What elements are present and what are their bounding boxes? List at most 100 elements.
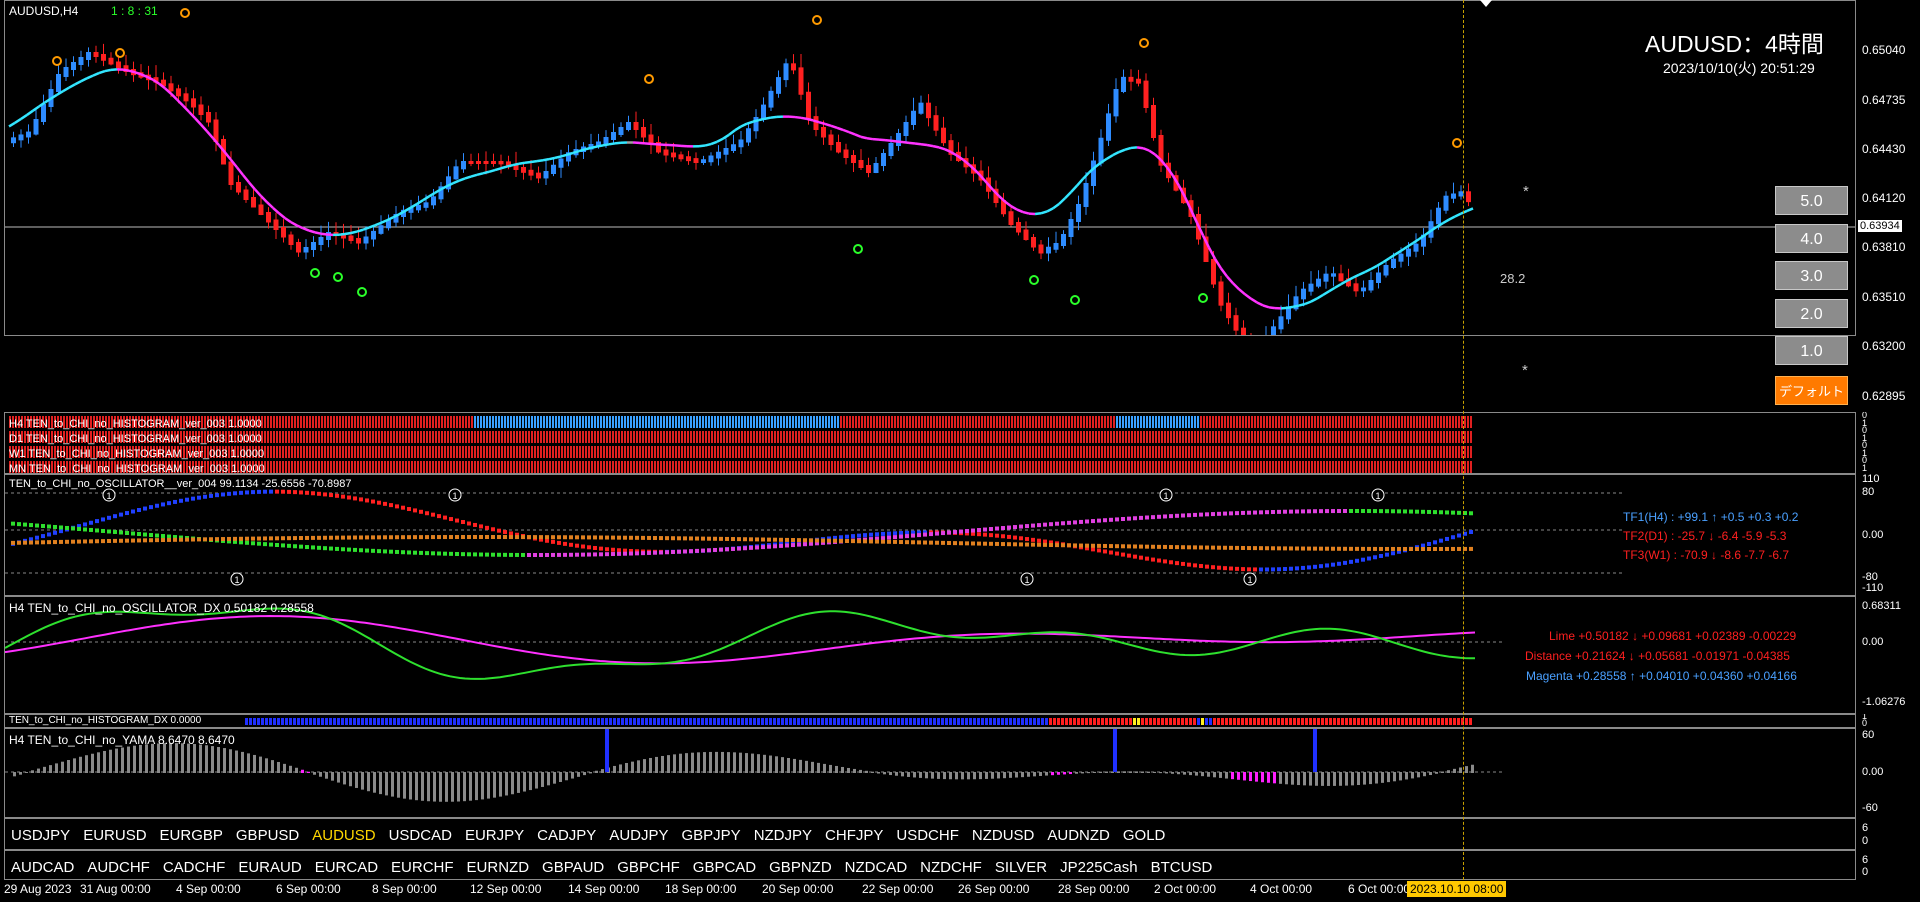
level-button-3[interactable]: 3.0 — [1775, 261, 1848, 290]
symbol-audchf[interactable]: AUDCHF — [87, 859, 150, 876]
yama-bars — [5, 729, 1505, 802]
level-button-5[interactable]: 5.0 — [1775, 186, 1848, 215]
row-tick: 6 — [1862, 854, 1869, 866]
time-tick: 29 Aug 2023 — [4, 882, 72, 896]
histogram-label-mn: MN TEN_to_CHI_no_HISTOGRAM_ver_003 1.000… — [9, 463, 265, 474]
symbol-usdchf[interactable]: USDCHF — [896, 827, 959, 844]
oscillator-dots: 1 1 1 1 1 1 1 — [5, 488, 1625, 586]
osc-tick: 110 — [1862, 474, 1880, 485]
candle-timer: 1 : 8 : 31 — [111, 4, 158, 18]
oscillator-tf3: TF3(W1) : -70.9 ↓ -8.6 -7.7 -6.7 — [1623, 548, 1790, 562]
current-price-label: 0.63934 — [1858, 220, 1902, 232]
symbol-euraud[interactable]: EURAUD — [238, 859, 301, 876]
time-tick: 6 Sep 00:00 — [276, 882, 341, 896]
dx-tick: 0.00 — [1862, 636, 1884, 648]
symbol-nzdchf[interactable]: NZDCHF — [920, 859, 982, 876]
symbol-gbpchf[interactable]: GBPCHF — [617, 859, 680, 876]
time-tick: 6 Oct 00:00 — [1348, 882, 1411, 896]
row-tick: 0 — [1862, 866, 1869, 878]
symbol-jp225cash[interactable]: JP225Cash — [1060, 859, 1138, 876]
chart-title: AUDUSD：4時間 — [1645, 31, 1824, 57]
symbol-gbpjpy[interactable]: GBPJPY — [682, 827, 741, 844]
svg-text:1: 1 — [1163, 491, 1168, 501]
symbol-gold[interactable]: GOLD — [1123, 827, 1166, 844]
symbol-cadchf[interactable]: CADCHF — [163, 859, 226, 876]
symbol-btcusd[interactable]: BTCUSD — [1151, 859, 1213, 876]
price-tick: 0.64430 — [1862, 142, 1906, 156]
time-tick: 4 Oct 00:00 — [1250, 882, 1313, 896]
time-tick: 2 Oct 00:00 — [1154, 882, 1217, 896]
chart-datetime: 2023/10/10(火) 20:51:29 — [1663, 60, 1815, 76]
symbol-eurusd[interactable]: EURUSD — [83, 827, 146, 844]
symbol-chfjpy[interactable]: CHFJPY — [825, 827, 883, 844]
symbol-list-1: USDJPY EURUSD EURGBP GBPUSD AUDUSD USDCAD EURJ… — [11, 827, 1178, 845]
chart-symbol-label: AUDUSD,H4 — [9, 4, 79, 18]
dx-tick: 0.68311 — [1862, 600, 1901, 612]
symbol-bar-2-axis: 6 0 — [1856, 850, 1920, 880]
symbol-eurnzd[interactable]: EURNZD — [467, 859, 530, 876]
symbol-silver[interactable]: SILVER — [995, 859, 1047, 876]
symbol-usdjpy[interactable]: USDJPY — [11, 827, 70, 844]
dx-lime: Lime +0.50182 ↓ +0.09681 +0.02389 -0.002… — [1549, 629, 1797, 643]
price-tick: 0.64120 — [1862, 191, 1906, 205]
time-tick: 31 Aug 00:00 — [80, 882, 151, 896]
dx-histogram-bars — [245, 718, 1472, 725]
symbol-audusd[interactable]: AUDUSD — [312, 827, 375, 844]
symbol-nzdcad[interactable]: NZDCAD — [845, 859, 908, 876]
symbol-eurgbp[interactable]: EURGBP — [160, 827, 223, 844]
hist-tick: 1 — [1862, 463, 1868, 473]
osc-tick: -110 — [1862, 582, 1884, 594]
symbol-nzdusd[interactable]: NZDUSD — [972, 827, 1035, 844]
star-marker-lower: * — [1522, 362, 1528, 379]
symbol-audjpy[interactable]: AUDJPY — [609, 827, 668, 844]
dx-tick: -1.06276 — [1862, 696, 1906, 708]
symbol-audnzd[interactable]: AUDNZD — [1047, 827, 1110, 844]
row-tick: 0 — [1862, 835, 1869, 847]
level-button-2[interactable]: 2.0 — [1775, 299, 1848, 328]
symbol-bar-1-axis: 6 0 — [1856, 818, 1920, 850]
symbol-gbpusd[interactable]: GBPUSD — [236, 827, 299, 844]
time-axis: 29 Aug 2023 31 Aug 00:00 4 Sep 00:00 6 Sep … — [0, 880, 1920, 902]
symbol-gbpnzd[interactable]: GBPNZD — [769, 859, 832, 876]
oscillator-axis: 110 80 0.00 -80 -110 — [1856, 474, 1920, 596]
dx-magenta: Magenta +0.28558 ↑ +0.04010 +0.04360 +0.… — [1526, 669, 1797, 683]
symbol-gbpaud[interactable]: GBPAUD — [542, 859, 604, 876]
time-tick: 20 Sep 00:00 — [762, 882, 834, 896]
default-button[interactable]: デフォルト — [1775, 376, 1848, 405]
time-tick: 18 Sep 00:00 — [665, 882, 737, 896]
histogram-label-w1: W1 TEN_to_CHI_no_HISTOGRAM_ver_003 1.000… — [9, 448, 265, 460]
svg-text:1: 1 — [1375, 491, 1380, 501]
symbol-audcad[interactable]: AUDCAD — [11, 859, 74, 876]
time-tick: 4 Sep 00:00 — [176, 882, 241, 896]
symbol-eurchf[interactable]: EURCHF — [391, 859, 454, 876]
row-tick: 6 — [1862, 822, 1869, 834]
symbol-bar-2: AUDCAD AUDCHF CADCHF EURAUD EURCAD EURCHF EURN… — [4, 850, 1856, 880]
svg-text:1: 1 — [1247, 575, 1252, 585]
scroll-marker-icon[interactable] — [1480, 0, 1492, 7]
dxh-tick: 0 — [1862, 718, 1868, 728]
star-marker-top: * — [1523, 183, 1529, 200]
symbol-gbpcad[interactable]: GBPCAD — [693, 859, 756, 876]
osc-tick: 0.00 — [1862, 529, 1884, 541]
dx-distance: Distance +0.21624 ↓ +0.05681 -0.01971 -0… — [1525, 649, 1790, 663]
oscillator-tf1: TF1(H4) : +99.1 ↑ +0.5 +0.3 +0.2 — [1623, 510, 1799, 524]
price-tick: 0.62895 — [1862, 389, 1906, 403]
symbol-nzdjpy[interactable]: NZDJPY — [754, 827, 812, 844]
price-tick: 0.63810 — [1862, 240, 1906, 254]
price-chart-pane[interactable]: AUDUSD,H4 1 : 8 : 31 AUDUSD：4時間 2023/10/… — [4, 0, 1856, 336]
histogram-axis: 0 1 0 1 0 1 0 1 — [1856, 412, 1920, 474]
dx-pane: H4 TEN_to_CHI_no_OSCILLATOR_DX 0.50182 0… — [4, 596, 1856, 714]
level-button-1[interactable]: 1.0 — [1775, 336, 1848, 365]
symbol-eurjpy[interactable]: EURJPY — [465, 827, 524, 844]
symbol-list-2: AUDCAD AUDCHF CADCHF EURAUD EURCAD EURCHF EURN… — [11, 859, 1225, 877]
symbol-cadjpy[interactable]: CADJPY — [537, 827, 596, 844]
candlestick-chart — [5, 8, 1855, 335]
symbol-eurcad[interactable]: EURCAD — [315, 859, 378, 876]
annotation-value: 28.2 — [1500, 271, 1526, 286]
dx-label: H4 TEN_to_CHI_no_OSCILLATOR_DX 0.50182 0… — [9, 601, 314, 615]
dx-histogram-axis: 1 0 — [1856, 714, 1920, 728]
level-button-4[interactable]: 4.0 — [1775, 224, 1848, 253]
symbol-bar-1: USDJPY EURUSD EURGBP GBPUSD AUDUSD USDCAD EURJ… — [4, 818, 1856, 850]
osc-tick: 80 — [1862, 486, 1875, 498]
symbol-usdcad[interactable]: USDCAD — [389, 827, 452, 844]
